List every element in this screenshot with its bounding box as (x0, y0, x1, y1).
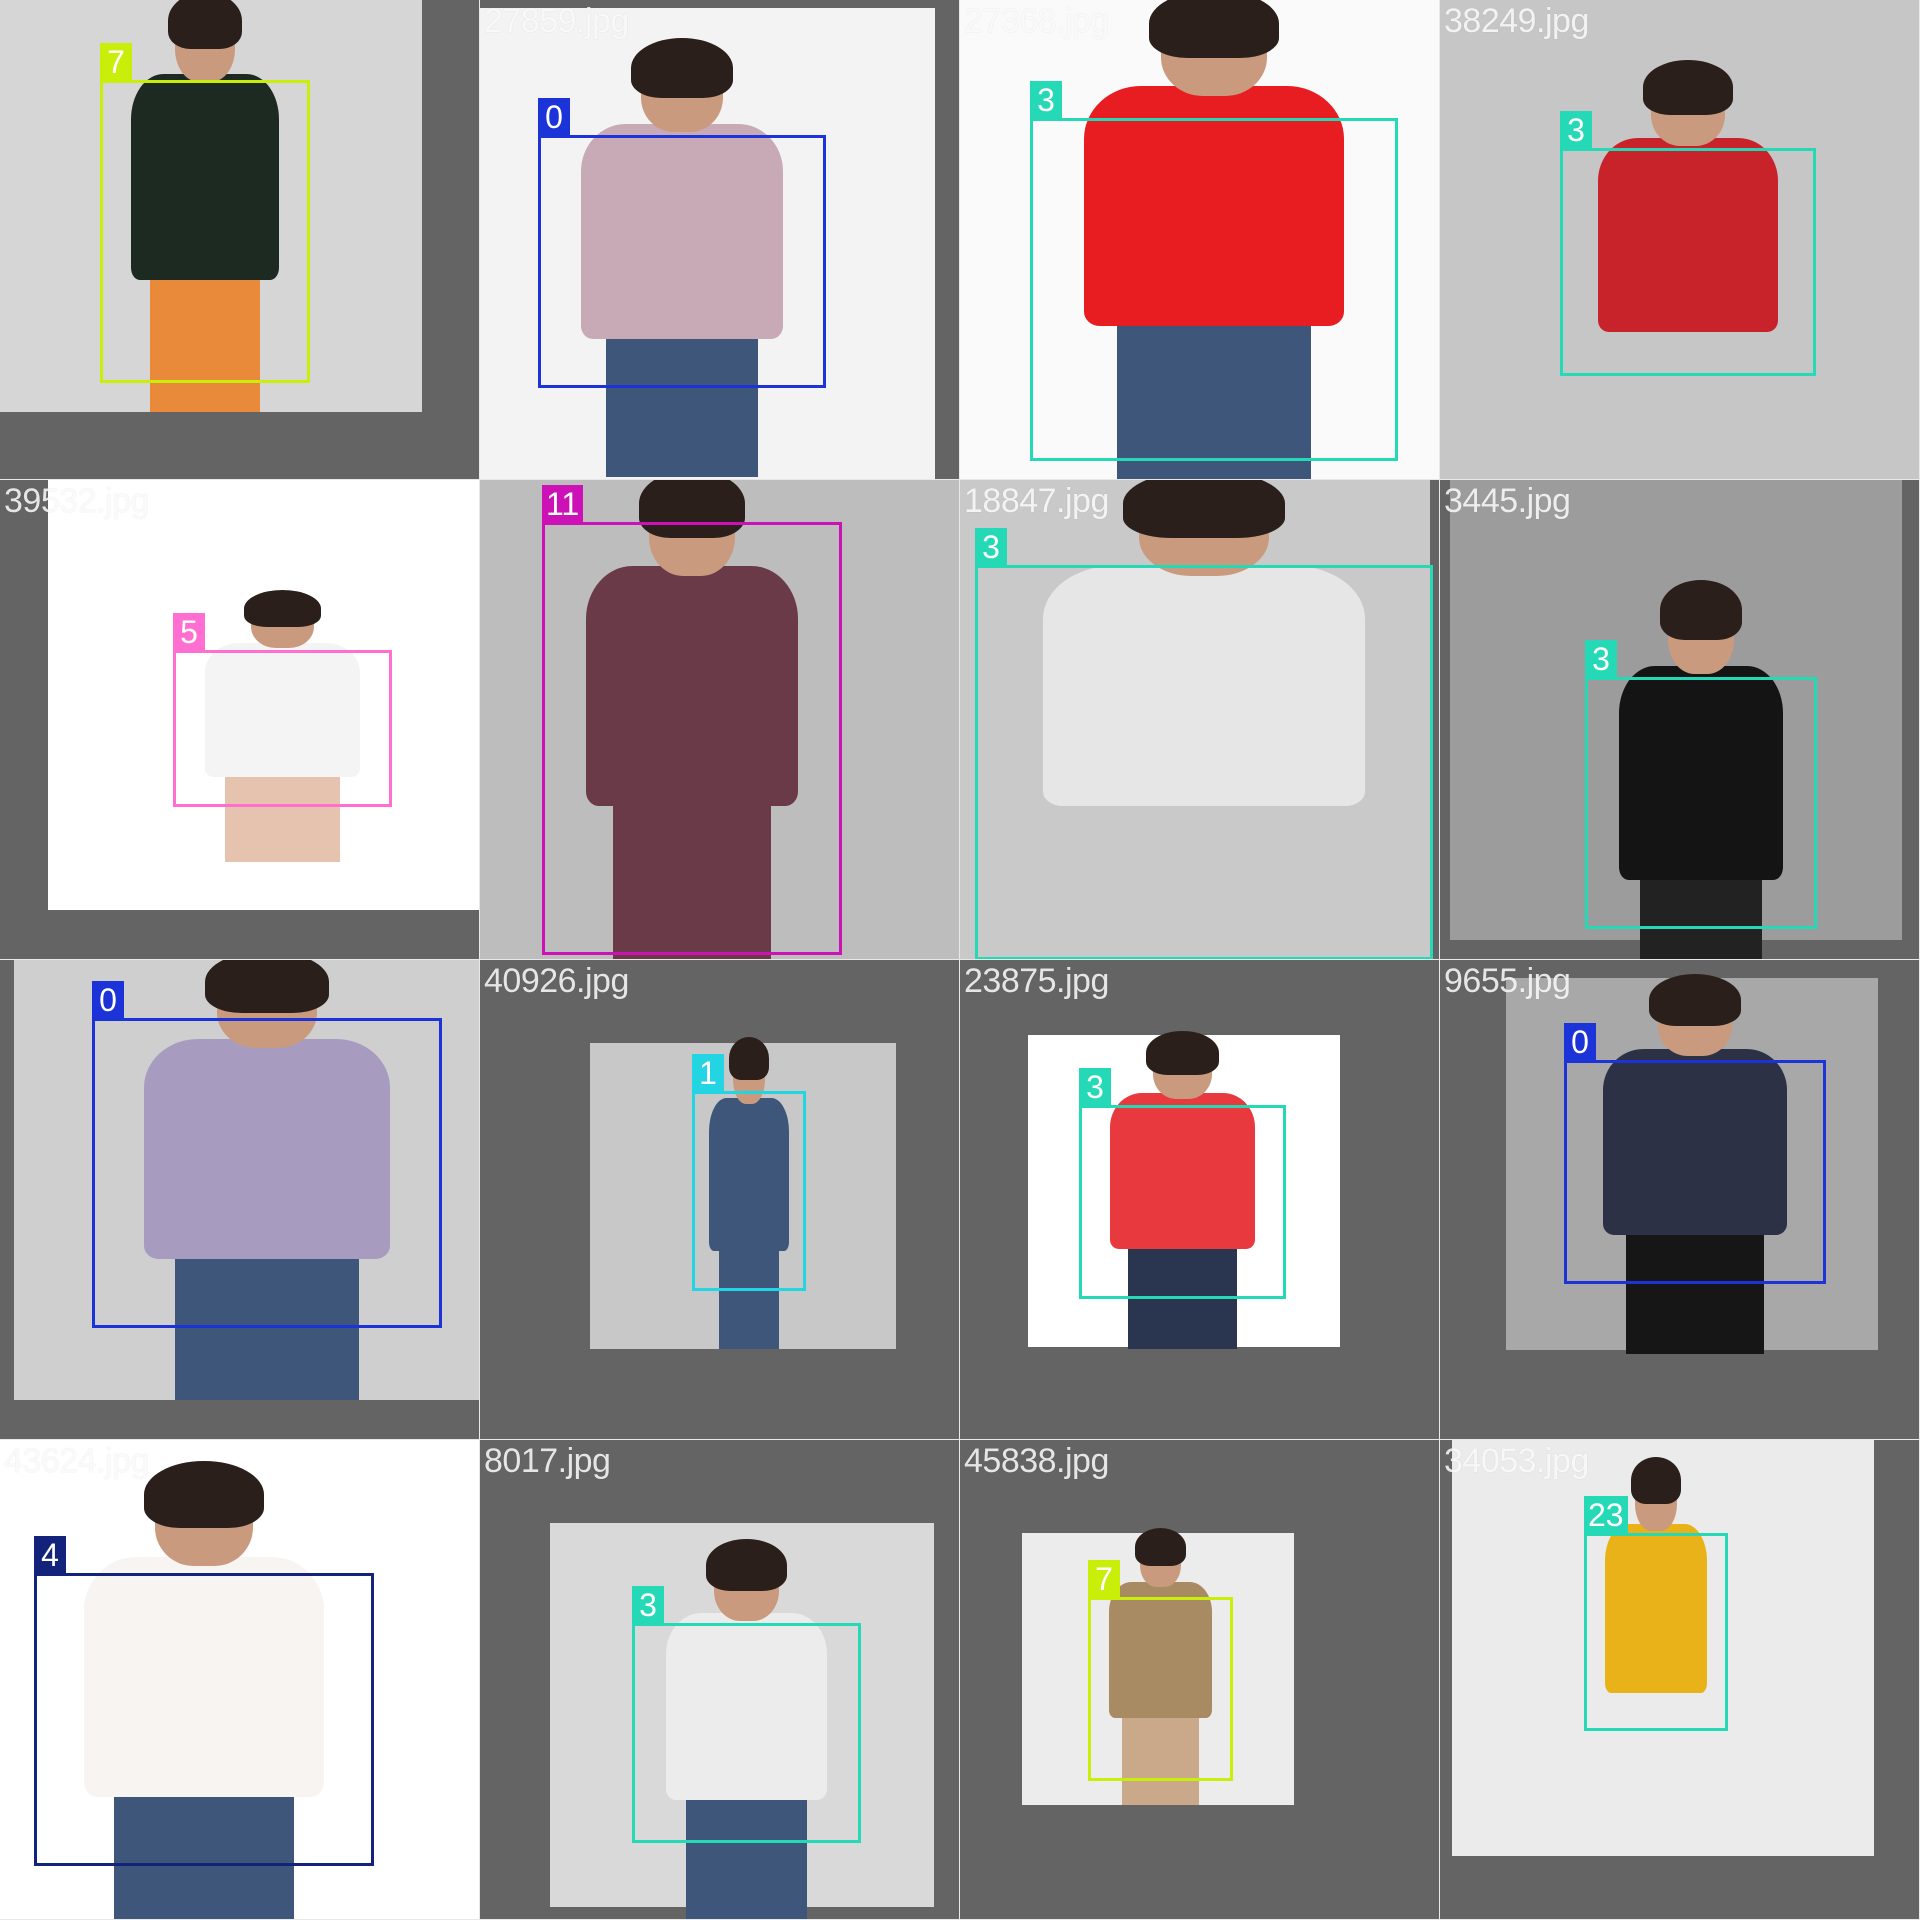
bounding-box: 3 (1030, 81, 1398, 461)
mosaic-tile: 38249.jpg 3 (1440, 0, 1920, 480)
image-filename: 45838.jpg (964, 1442, 1109, 1480)
bounding-box: 4 (34, 1536, 374, 1866)
bounding-box: 7 (100, 43, 310, 383)
bounding-box: 7 (1088, 1560, 1233, 1781)
bounding-box: 11 (542, 485, 842, 955)
image-filename: 3445.jpg (1444, 482, 1571, 520)
mosaic-tile: 45838.jpg 7 (960, 1440, 1440, 1920)
class-label: 1 (692, 1054, 724, 1091)
bounding-box: 3 (1079, 1068, 1286, 1299)
mosaic-tile: 27368.jpg 3 (960, 0, 1440, 480)
bounding-box: 3 (632, 1586, 861, 1843)
image-filename: 27859.jpg (484, 2, 629, 40)
bounding-box: 3 (1585, 640, 1817, 929)
class-label: 23 (1584, 1496, 1628, 1533)
mosaic-tile: 23875.jpg 3 (960, 960, 1440, 1440)
class-label: 3 (1079, 1068, 1111, 1105)
image-filename: 39532.jpg (4, 482, 149, 520)
mosaic-tile: 18847.jpg 3 (960, 480, 1440, 960)
bounding-box: 0 (92, 981, 442, 1328)
class-label: 3 (1560, 111, 1592, 148)
mosaic-tile: 3445.jpg 3 (1440, 480, 1920, 960)
image-filename: 8017.jpg (484, 1442, 611, 1480)
detection-mosaic: 7 27859.jpg 0 27368.jpg 3 38249.jpg 3 39532.jpg… (0, 0, 1920, 1920)
mosaic-tile: 11 (480, 480, 960, 960)
class-label: 7 (1088, 1560, 1120, 1597)
image-filename: 40926.jpg (484, 962, 629, 1000)
mosaic-tile: 40926.jpg 1 (480, 960, 960, 1440)
class-label: 3 (1585, 640, 1617, 677)
class-label: 11 (542, 485, 584, 522)
class-label: 3 (1030, 81, 1062, 118)
class-label: 3 (975, 528, 1007, 565)
mosaic-tile: 7 (0, 0, 480, 480)
bounding-box: 23 (1584, 1496, 1728, 1731)
mosaic-tile: 8017.jpg 3 (480, 1440, 960, 1920)
class-label: 3 (632, 1586, 664, 1623)
image-filename: 38249.jpg (1444, 2, 1589, 40)
bounding-box: 0 (1564, 1023, 1826, 1284)
mosaic-tile: 27859.jpg 0 (480, 0, 960, 480)
bounding-box: 3 (1560, 111, 1816, 376)
image-filename: 34053.jpg (1444, 1442, 1589, 1480)
bounding-box: 1 (692, 1054, 806, 1291)
class-label: 0 (1564, 1023, 1596, 1060)
bounding-box: 5 (173, 613, 392, 807)
class-label: 5 (173, 613, 205, 650)
bounding-box: 3 (975, 528, 1433, 959)
mosaic-tile: 43624.jpg 4 (0, 1440, 480, 1920)
image-filename: 43624.jpg (4, 1442, 149, 1480)
image-filename: 23875.jpg (964, 962, 1109, 1000)
image-filename: 27368.jpg (964, 2, 1109, 40)
mosaic-tile: 0 (0, 960, 480, 1440)
image-filename: 18847.jpg (964, 482, 1109, 520)
class-label: 4 (34, 1536, 66, 1573)
mosaic-tile: 9655.jpg 0 (1440, 960, 1920, 1440)
class-label: 7 (100, 43, 132, 80)
bounding-box: 0 (538, 98, 826, 388)
mosaic-tile: 39532.jpg 5 (0, 480, 480, 960)
image-filename: 9655.jpg (1444, 962, 1571, 1000)
class-label: 0 (538, 98, 570, 135)
mosaic-tile: 34053.jpg 23 (1440, 1440, 1920, 1920)
class-label: 0 (92, 981, 124, 1018)
